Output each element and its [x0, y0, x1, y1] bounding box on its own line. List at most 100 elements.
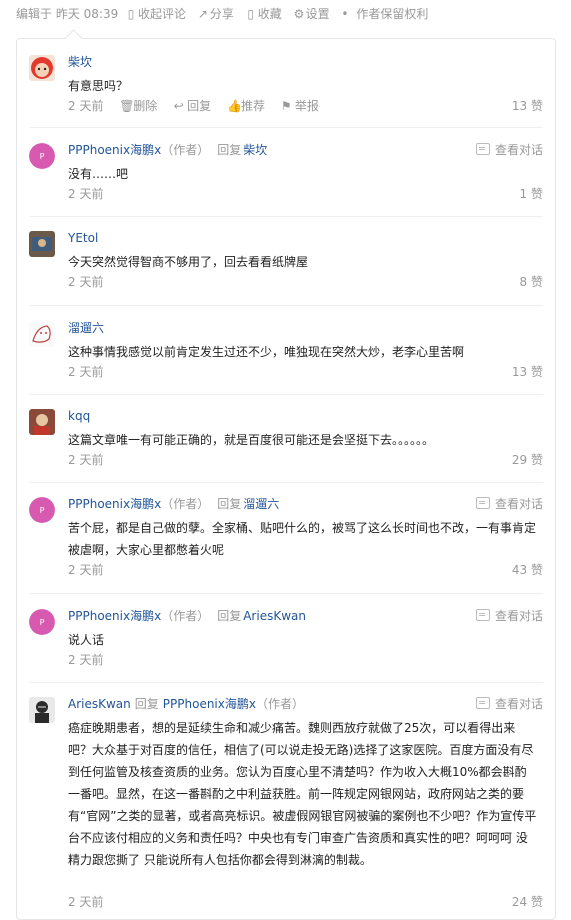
- comment-time: 2 天前: [68, 453, 104, 467]
- reply-button[interactable]: ↩ 回复: [173, 99, 212, 113]
- view-conversation-link[interactable]: 查看对话: [475, 695, 543, 713]
- reply-to-tag: （作者）: [255, 697, 304, 711]
- author-link[interactable]: 柴坎: [68, 55, 92, 69]
- comment-item: 溜遛六 这种事情我感觉以前肯定发生过还不少，唯独现在突然大炒，老李心里苦啊 2 …: [29, 319, 543, 381]
- divider: [29, 482, 543, 483]
- comment-text: 这篇文章唯一有可能正确的，就是百度很可能还是会坚挺下去。。。。。。: [68, 433, 435, 447]
- comment-footer: 2 天前 24 赞: [68, 893, 543, 911]
- author-link[interactable]: 溜遛六: [68, 321, 104, 335]
- answer-meta-bar: 编辑于 昨天 08:39 ▯ 收起评论 ↗ 分享 ▯ 收藏 ⚙设置 • 作者保留权利: [16, 5, 432, 23]
- reply-to-link[interactable]: 柴坎: [243, 143, 267, 157]
- gear-icon: ⚙: [293, 7, 305, 21]
- comments-panel: 柴坎 有意思吗？ 2 天前 🗑删除 ↩ 回复 👍推荐 ⚑ 举报 13 赞 P PPP…: [16, 38, 556, 920]
- comment-footer: 2 天前 8 赞: [68, 273, 543, 291]
- like-count: 29 赞: [511, 453, 543, 467]
- favorite-button[interactable]: ▯ 收藏: [246, 5, 286, 23]
- reply-word: 回复: [217, 609, 242, 623]
- reply-to-link[interactable]: AriesKwan: [243, 609, 306, 623]
- conversation-icon: [475, 697, 490, 709]
- divider: [29, 305, 543, 306]
- comment-item: P PPPhoenix海鹏x（作者） 回复 柴坎 查看对话 没有……吧 2 天前 1…: [29, 141, 543, 203]
- comment-item: 柴坎 有意思吗？ 2 天前 🗑删除 ↩ 回复 👍推荐 ⚑ 举报 13 赞: [29, 53, 543, 115]
- comment-footer: 2 天前: [68, 651, 543, 669]
- comment-item: YEtol 今天突然觉得智商不够用了，回去看看纸牌屋 2 天前 8 赞: [29, 229, 543, 291]
- comment-footer: 2 天前 1 赞: [68, 185, 543, 203]
- meta-separator: •: [341, 7, 349, 21]
- comment-item: P PPPhoenix海鹏x（作者） 回复 溜遛六 查看对话 苦个屁，都是自己做的孽…: [29, 495, 543, 579]
- reply-to-link[interactable]: PPPhoenix海鹏x: [163, 697, 256, 711]
- view-conversation-link[interactable]: 查看对话: [475, 607, 543, 625]
- comment-time: 2 天前: [68, 653, 104, 667]
- author-tag: （作者）: [161, 143, 210, 157]
- comment-item: P PPPhoenix海鹏x（作者） 回复 AriesKwan 查看对话 说人话 2…: [29, 607, 543, 669]
- reply-to-link[interactable]: 溜遛六: [243, 497, 279, 511]
- author-link[interactable]: AriesKwan: [68, 697, 131, 711]
- svg-text:P: P: [40, 506, 45, 515]
- trash-icon: 🗑: [119, 99, 135, 113]
- thumbs-up-icon: 👍: [226, 99, 242, 113]
- comment-text: 苦个屁，都是自己做的孽。全家桶、贴吧什么的，被骂了这么长时间也不改，一有事肯定被…: [68, 521, 537, 557]
- comment-time: 2 天前: [68, 187, 104, 201]
- comment-header: PPPhoenix海鹏x（作者） 回复 AriesKwan: [68, 607, 306, 625]
- like-count: 13 赞: [511, 365, 543, 379]
- comment-header: 溜遛六: [68, 319, 104, 337]
- conversation-icon: [475, 497, 490, 509]
- share-icon: ↗: [197, 7, 208, 21]
- author-link[interactable]: kqq: [68, 409, 90, 423]
- conversation-icon: [475, 143, 490, 155]
- settings-button[interactable]: ⚙设置: [294, 5, 334, 23]
- avatar[interactable]: [29, 697, 55, 723]
- author-tag: （作者）: [161, 609, 210, 623]
- comment-header: AriesKwan 回复 PPPhoenix海鹏x（作者）: [68, 695, 304, 713]
- divider: [29, 593, 543, 594]
- comment-header: PPPhoenix海鹏x（作者） 回复 柴坎: [68, 141, 267, 159]
- svg-text:P: P: [40, 618, 45, 627]
- recommend-button[interactable]: 👍推荐: [227, 99, 265, 113]
- divider: [29, 682, 543, 683]
- divider: [29, 216, 543, 217]
- author-link[interactable]: PPPhoenix海鹏x: [68, 143, 161, 157]
- comment-header: 柴坎: [68, 53, 92, 71]
- comment-footer: 2 天前 29 赞: [68, 451, 543, 469]
- report-button[interactable]: ⚑ 举报: [281, 99, 319, 113]
- comment-header: kqq: [68, 407, 90, 425]
- avatar[interactable]: P: [29, 143, 55, 169]
- divider: [29, 127, 543, 128]
- comment-text: 说人话: [68, 633, 105, 647]
- like-count: 43 赞: [511, 563, 543, 577]
- copyright-notice: 作者保留权利: [356, 7, 429, 21]
- share-button[interactable]: ↗ 分享: [198, 5, 238, 23]
- like-count: 8 赞: [519, 275, 543, 289]
- edited-time: 编辑于 昨天 08:39: [16, 7, 119, 21]
- author-link[interactable]: YEtol: [68, 231, 98, 245]
- avatar[interactable]: P: [29, 609, 55, 635]
- comment-header: YEtol: [68, 229, 98, 247]
- avatar[interactable]: [29, 231, 55, 257]
- comment-text: 癌症晚期患者，想的是延续生命和减少痛苦。魏则西放疗就做了25次，可以看得出来吧？…: [68, 721, 537, 867]
- svg-text:P: P: [40, 152, 45, 161]
- comment-time: 2 天前: [68, 365, 104, 379]
- avatar[interactable]: [29, 409, 55, 435]
- comment-text: 这种事情我感觉以前肯定发生过还不少，唯独现在突然大炒，老李心里苦啊: [68, 345, 465, 359]
- reply-word: 回复: [134, 697, 159, 711]
- comment-item: AriesKwan 回复 PPPhoenix海鹏x（作者） 查看对话 癌症晚期患者，…: [29, 695, 543, 915]
- comment-time: 2 天前: [68, 99, 104, 113]
- avatar[interactable]: [29, 321, 55, 347]
- conversation-icon: [475, 609, 490, 621]
- avatar[interactable]: [29, 55, 55, 81]
- flag-icon: ⚑: [280, 99, 292, 113]
- comment-time: 2 天前: [68, 275, 104, 289]
- view-conversation-link[interactable]: 查看对话: [475, 495, 543, 513]
- author-tag: （作者）: [161, 497, 210, 511]
- delete-button[interactable]: 🗑删除: [119, 99, 157, 113]
- comment-icon: ▯: [127, 7, 135, 21]
- author-link[interactable]: PPPhoenix海鹏x: [68, 609, 161, 623]
- comment-footer: 2 天前 🗑删除 ↩ 回复 👍推荐 ⚑ 举报 13 赞: [68, 97, 543, 115]
- author-link[interactable]: PPPhoenix海鹏x: [68, 497, 161, 511]
- comment-footer: 2 天前 43 赞: [68, 561, 543, 579]
- collapse-comments-button[interactable]: ▯ 收起评论: [126, 5, 190, 23]
- like-count: 13 赞: [511, 99, 543, 113]
- view-conversation-link[interactable]: 查看对话: [475, 141, 543, 159]
- avatar[interactable]: P: [29, 497, 55, 523]
- comment-time: 2 天前: [68, 895, 104, 909]
